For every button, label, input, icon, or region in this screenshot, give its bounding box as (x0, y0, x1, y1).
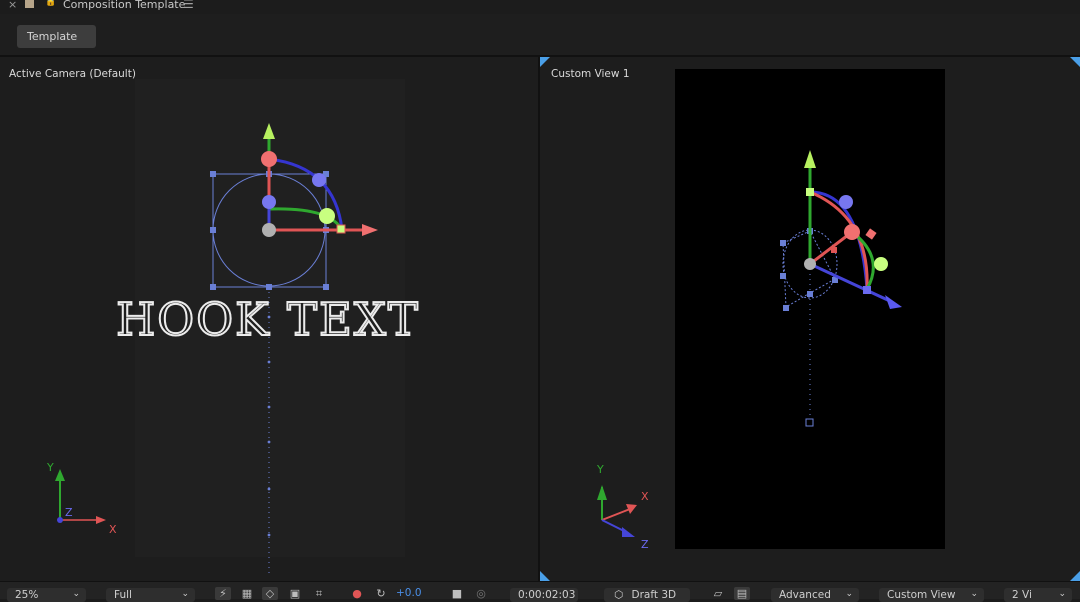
hook-text-layer: HOOK TEXT (116, 293, 420, 346)
active-view-corner-tl (540, 57, 550, 67)
chevron-down-icon: ⌄ (181, 589, 189, 599)
viewer-bottom-bar: 25% ⌄ Full ⌄ ⚡ ▦ ◇ ▣ ⌗ ● ↻ +0.0 ■ ◎ 0:00:0… (0, 581, 1080, 602)
chevron-down-icon: ⌄ (970, 589, 978, 599)
axis-indicator-x (601, 508, 631, 521)
custom-view-viewer[interactable]: Custom View 1 Y X Z (540, 57, 1080, 581)
z-axis-handle (262, 195, 276, 209)
active-view-corner-tr (1070, 57, 1080, 67)
custom-view-canvas[interactable]: Y X Z (540, 57, 1080, 581)
axis-label-z: Z (65, 506, 73, 519)
resolution-dropdown[interactable]: Full ⌄ (106, 588, 195, 602)
x-scale-handle (831, 247, 837, 253)
grid-guides-icon[interactable]: ⌗ (311, 587, 327, 600)
template-button[interactable]: Template (17, 25, 96, 48)
y-rotation-handle (319, 208, 335, 224)
axis-label-x: X (641, 490, 649, 503)
draft-3d-toggle[interactable]: ⬡ Draft 3D (604, 588, 690, 602)
z-scale-handle (863, 286, 871, 294)
view-layout-dropdown[interactable]: 2 Vi ⌄ (1004, 588, 1072, 602)
anchor-point (262, 223, 276, 237)
exposure-value[interactable]: +0.0 (396, 587, 422, 599)
mask-path-icon[interactable]: ◇ (262, 587, 278, 600)
composition-tab: × 🔒 Composition Template ☰ (0, 0, 1080, 14)
timecode-field[interactable]: 0:00:02:03 (510, 588, 578, 602)
z-rotation-handle (839, 195, 853, 209)
fast-previews-icon[interactable]: ⚡ (215, 587, 231, 600)
resolution-value: Full (114, 589, 132, 601)
active-view-corner-bl (540, 571, 550, 581)
lock-icon[interactable]: 🔒 (45, 0, 56, 7)
close-tab-icon[interactable]: × (8, 0, 17, 11)
y-rotation-handle (874, 257, 888, 271)
view-layout-value: 2 Vi (1012, 589, 1032, 601)
zoom-dropdown[interactable]: 25% ⌄ (7, 588, 86, 602)
region-of-interest-icon[interactable]: ▣ (287, 587, 303, 600)
x-rotation-handle (261, 151, 277, 167)
draft-3d-label: Draft 3D (631, 589, 677, 601)
current-time: 0:00:02:03 (518, 589, 576, 601)
anchor-point (804, 258, 816, 270)
reset-exposure-icon[interactable]: ↻ (373, 587, 389, 600)
label-color-swatch[interactable] (25, 0, 34, 8)
renderer-options-dropdown[interactable]: Advanced ⌄ (771, 588, 859, 602)
axis-label-y: Y (596, 463, 604, 476)
active-view-corner-br (1070, 571, 1080, 581)
cube-icon: ⬡ (614, 589, 624, 601)
x-rotation-handle (844, 224, 860, 240)
extended-viewer-icon[interactable]: ▤ (734, 587, 750, 600)
composition-title[interactable]: Composition Template (63, 0, 185, 11)
zoom-value: 25% (15, 589, 39, 601)
tab-menu-icon[interactable]: ☰ (183, 0, 194, 11)
active-camera-viewer[interactable]: Active Camera (Default) HOOK TEXT Y Z X (0, 57, 538, 581)
chevron-down-icon: ⌄ (1058, 589, 1066, 599)
chevron-down-icon: ⌄ (72, 589, 80, 599)
renderer-options-value: Advanced (779, 589, 831, 601)
axis-label-z: Z (641, 538, 649, 551)
active-camera-canvas[interactable]: HOOK TEXT Y Z X (0, 57, 538, 581)
z-rotation-handle (312, 173, 326, 187)
scale-handle (336, 224, 346, 234)
view-dropdown[interactable]: Custom View ⌄ (879, 588, 984, 602)
transparency-grid-icon[interactable]: ▦ (239, 587, 255, 600)
3d-ground-plane-icon[interactable]: ▱ (710, 587, 726, 600)
view-value: Custom View (887, 589, 956, 601)
y-scale-handle (806, 188, 814, 196)
viewer-toolbar: Template (0, 14, 1080, 55)
channel-icon[interactable]: ● (349, 587, 365, 600)
chevron-down-icon: ⌄ (845, 589, 853, 599)
show-snapshot-icon[interactable]: ◎ (473, 587, 489, 600)
axis-indicator-z (57, 517, 63, 523)
snapshot-camera-icon[interactable]: ■ (449, 587, 465, 600)
axis-label-y: Y (46, 461, 54, 474)
axis-label-x: X (109, 523, 117, 536)
